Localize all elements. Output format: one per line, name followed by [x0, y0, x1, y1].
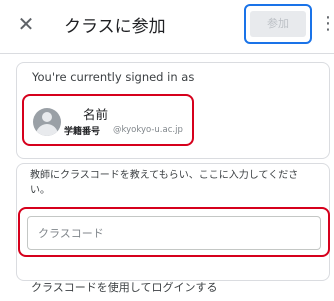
login-with-code-link[interactable]: クラスコードを使用してログインする	[31, 279, 217, 295]
account-domain: @kyokyo-u.ac.jp	[113, 125, 183, 135]
avatar-placeholder-icon	[33, 108, 61, 136]
avatar-head	[42, 112, 52, 122]
class-code-instruction: 教師にクラスコードを教えてもらい、ここに入力してください。	[30, 170, 299, 196]
student-id-label: 学籍番号	[64, 127, 101, 137]
class-code-input[interactable]	[27, 216, 321, 250]
join-button[interactable]: 参加	[250, 11, 306, 37]
signed-in-label: You're currently signed in as	[32, 70, 195, 84]
account-name: 名前	[83, 107, 109, 122]
dialog-title: クラスに参加	[64, 17, 166, 37]
more-vert-icon[interactable]: ⋮	[319, 12, 334, 36]
avatar-body	[36, 124, 58, 136]
close-icon[interactable]: ✕	[12, 10, 40, 38]
